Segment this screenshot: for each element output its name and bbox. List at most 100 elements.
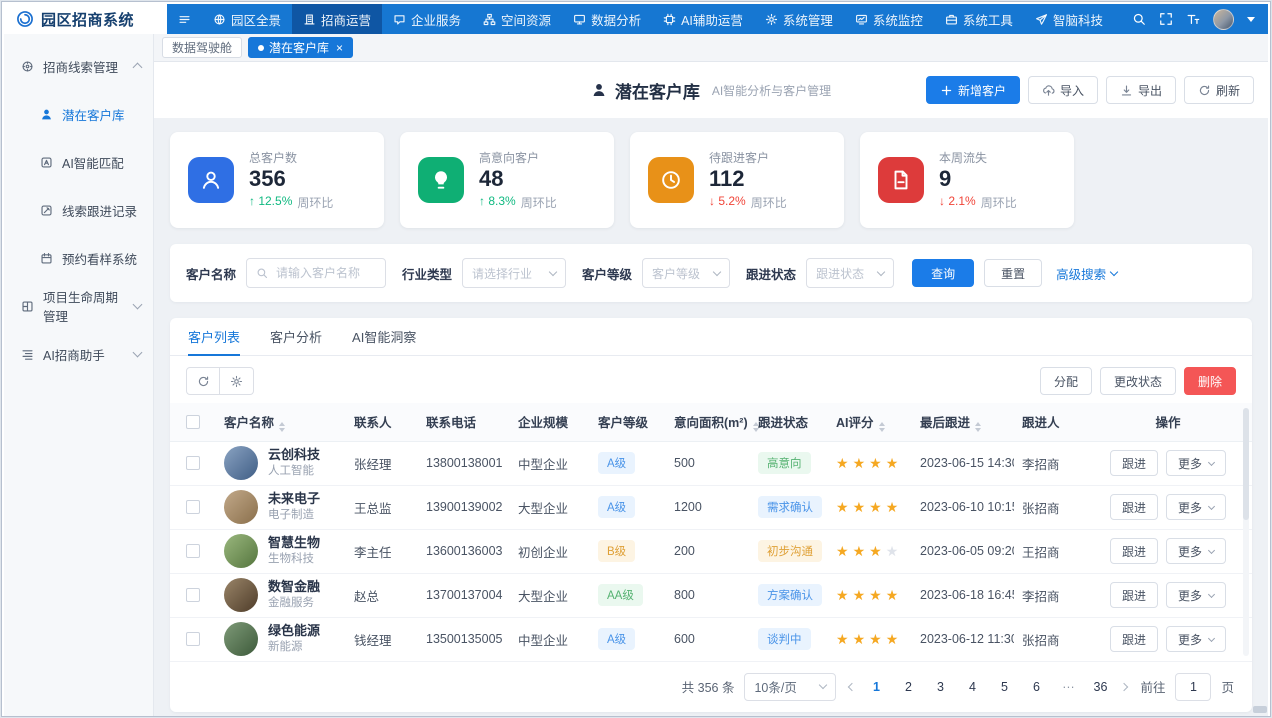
goto-page-input[interactable] (1175, 673, 1211, 701)
sidebar-group-2[interactable]: AI招商助手 (4, 330, 153, 378)
customer-avatar (224, 446, 258, 480)
row-checkbox[interactable] (186, 456, 200, 470)
topnav-item-0[interactable]: 园区全景 (202, 4, 292, 34)
header-action-3[interactable]: 刷新 (1184, 76, 1254, 104)
grade-select[interactable]: 客户等级 (642, 258, 730, 288)
content-tab-2[interactable]: AI智能洞察 (352, 318, 416, 355)
search-icon[interactable] (1132, 12, 1146, 26)
upload-icon (1042, 84, 1055, 97)
more-button[interactable]: 更多 (1166, 450, 1226, 476)
row-checkbox[interactable] (186, 544, 200, 558)
row-checkbox[interactable] (186, 632, 200, 646)
page-number-36[interactable]: 36 (1089, 680, 1111, 694)
customer-name-input[interactable] (274, 265, 376, 281)
more-button[interactable]: 更多 (1166, 626, 1226, 652)
topnav-item-9[interactable]: 智脑科技 (1024, 4, 1114, 34)
topnav-item-8[interactable]: 系统工具 (934, 4, 1024, 34)
stat-value: 48 (479, 166, 557, 192)
fontsize-icon[interactable] (1186, 12, 1200, 26)
sidebar-collapse-button[interactable] (167, 4, 202, 34)
sidebar-group-1[interactable]: 项目生命周期管理 (4, 282, 153, 330)
sort-icon[interactable] (279, 422, 285, 432)
bulk-action-1[interactable]: 更改状态 (1100, 367, 1176, 395)
workspace-tab-0[interactable]: 数据驾驶舱 (162, 37, 242, 58)
topnav-item-6[interactable]: 系统管理 (754, 4, 844, 34)
follow-up-button[interactable]: 跟进 (1110, 450, 1158, 476)
intended-area: 1200 (666, 485, 750, 529)
gear-icon[interactable] (220, 367, 254, 395)
workspace-tab-1[interactable]: 潜在客户库× (248, 37, 353, 58)
customer-name-field (246, 258, 386, 288)
more-button[interactable]: 更多 (1166, 538, 1226, 564)
search-button[interactable]: 查询 (912, 259, 974, 287)
topnav-item-4[interactable]: 数据分析 (562, 4, 652, 34)
industry-select[interactable]: 请选择行业 (462, 258, 566, 288)
header-action-0[interactable]: 新增客户 (926, 76, 1020, 104)
phone: 13900139002 (418, 485, 510, 529)
refresh-icon[interactable] (186, 367, 220, 395)
content-tab-1[interactable]: 客户分析 (270, 318, 322, 355)
follow-up-button[interactable]: 跟进 (1110, 626, 1158, 652)
more-button[interactable]: 更多 (1166, 494, 1226, 520)
chevron-down-icon[interactable] (1247, 17, 1255, 22)
user-avatar[interactable] (1213, 9, 1234, 30)
column-header[interactable]: AI评分 (828, 403, 912, 441)
sidebar-item-0-3[interactable]: 预约看样系统 (4, 234, 153, 282)
app-logo[interactable]: 园区招商系统 (4, 4, 167, 34)
topnav-item-2[interactable]: 企业服务 (382, 4, 472, 34)
next-page-button[interactable] (1121, 684, 1130, 690)
header-action-1[interactable]: 导入 (1028, 76, 1098, 104)
header-action-2[interactable]: 导出 (1106, 76, 1176, 104)
pagination-total: 共 356 条 (682, 677, 735, 696)
customer-avatar (224, 622, 258, 656)
table-scrollbar[interactable] (1243, 408, 1249, 656)
page-number-2[interactable]: 2 (897, 680, 919, 694)
sidebar-group-0[interactable]: 招商线索管理 (4, 42, 153, 90)
column-header[interactable]: 客户名称 (216, 403, 346, 441)
topnav-item-5[interactable]: AI辅助运营 (652, 4, 754, 34)
content-tab-0[interactable]: 客户列表 (188, 318, 240, 355)
advanced-search-link[interactable]: 高级搜索 (1056, 264, 1117, 283)
bulk-action-0[interactable]: 分配 (1040, 367, 1092, 395)
sort-icon[interactable] (879, 422, 885, 432)
last-follow-time: 2023-06-15 14:30 (912, 441, 1014, 485)
row-checkbox[interactable] (186, 588, 200, 602)
sidebar-item-0-2[interactable]: 线索跟进记录 (4, 186, 153, 234)
reset-button[interactable]: 重置 (984, 259, 1042, 287)
page-number-4[interactable]: 4 (961, 680, 983, 694)
page-number-3[interactable]: 3 (929, 680, 951, 694)
topnav-item-1[interactable]: 招商运营 (292, 4, 382, 34)
status-badge: 高意向 (758, 452, 811, 474)
column-header[interactable]: 意向面积(m²) (666, 403, 750, 441)
stat-trend: ↑ 12.5% 周环比 (249, 194, 333, 211)
more-button[interactable]: 更多 (1166, 582, 1226, 608)
follow-up-button[interactable]: 跟进 (1110, 582, 1158, 608)
customer-name: 云创科技 (268, 447, 320, 464)
customer-avatar (224, 578, 258, 612)
sidebar-item-0-0[interactable]: 潜在客户库 (4, 90, 153, 138)
sidebar: 招商线索管理潜在客户库AI智能匹配线索跟进记录预约看样系统项目生命周期管理AI招… (4, 34, 154, 716)
bulk-action-2[interactable]: 删除 (1184, 367, 1236, 395)
topnav-item-3[interactable]: 空间资源 (472, 4, 562, 34)
follow-up-button[interactable]: 跟进 (1110, 494, 1158, 520)
select-all-checkbox[interactable] (186, 415, 200, 429)
status-select[interactable]: 跟进状态 (806, 258, 894, 288)
scrollbar-corner[interactable] (1253, 706, 1267, 713)
page-number-1[interactable]: 1 (865, 680, 887, 694)
topnav-item-7[interactable]: 系统监控 (844, 4, 934, 34)
row-checkbox[interactable] (186, 500, 200, 514)
stat-label: 高意向客户 (479, 149, 557, 166)
page-size-select[interactable]: 10条/页 (744, 673, 836, 701)
sidebar-item-0-1[interactable]: AI智能匹配 (4, 138, 153, 186)
follow-up-button[interactable]: 跟进 (1110, 538, 1158, 564)
column-header[interactable]: 最后跟进 (912, 403, 1014, 441)
status-label: 跟进状态 (746, 264, 796, 283)
page-number-5[interactable]: 5 (993, 680, 1015, 694)
close-icon[interactable]: × (336, 42, 343, 54)
doc-icon (878, 157, 924, 203)
page-number-6[interactable]: 6 (1025, 680, 1047, 694)
sort-icon[interactable] (975, 422, 981, 432)
fullscreen-icon[interactable] (1159, 12, 1173, 26)
page-title: 潜在客户库 (615, 78, 700, 103)
prev-page-button[interactable] (846, 684, 855, 690)
